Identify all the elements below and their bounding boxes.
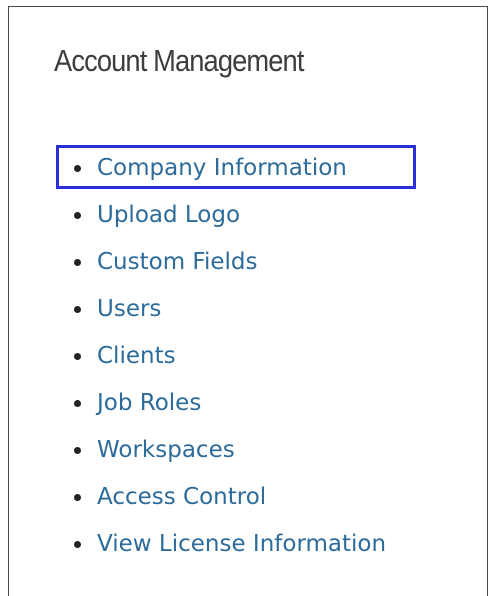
list-item-view-license-information: View License Information <box>54 521 386 568</box>
list-item-access-control: Access Control <box>54 474 386 521</box>
bullet-icon <box>74 212 81 219</box>
list-item-custom-fields: Custom Fields <box>54 239 386 286</box>
bullet-icon <box>74 353 81 360</box>
bullet-icon <box>74 541 81 548</box>
list-item-workspaces: Workspaces <box>54 427 386 474</box>
bullet-icon <box>74 165 81 172</box>
account-management-menu: Company Information Upload Logo Custom F… <box>54 145 386 568</box>
link-custom-fields[interactable]: Custom Fields <box>97 249 258 275</box>
link-clients[interactable]: Clients <box>97 343 176 369</box>
account-management-panel: Account Management Company Information U… <box>8 6 488 596</box>
list-item-upload-logo: Upload Logo <box>54 192 386 239</box>
bullet-icon <box>74 494 81 501</box>
list-item-company-information: Company Information <box>54 145 386 192</box>
link-users[interactable]: Users <box>97 296 161 322</box>
link-workspaces[interactable]: Workspaces <box>97 437 235 463</box>
section-title: Account Management <box>54 43 304 78</box>
link-job-roles[interactable]: Job Roles <box>97 390 201 416</box>
bullet-icon <box>74 400 81 407</box>
link-access-control[interactable]: Access Control <box>97 484 266 510</box>
link-upload-logo[interactable]: Upload Logo <box>97 202 240 228</box>
list-item-users: Users <box>54 286 386 333</box>
link-view-license-information[interactable]: View License Information <box>97 531 386 557</box>
list-item-clients: Clients <box>54 333 386 380</box>
list-item-job-roles: Job Roles <box>54 380 386 427</box>
bullet-icon <box>74 306 81 313</box>
bullet-icon <box>74 259 81 266</box>
link-company-information[interactable]: Company Information <box>97 155 347 181</box>
bullet-icon <box>74 447 81 454</box>
